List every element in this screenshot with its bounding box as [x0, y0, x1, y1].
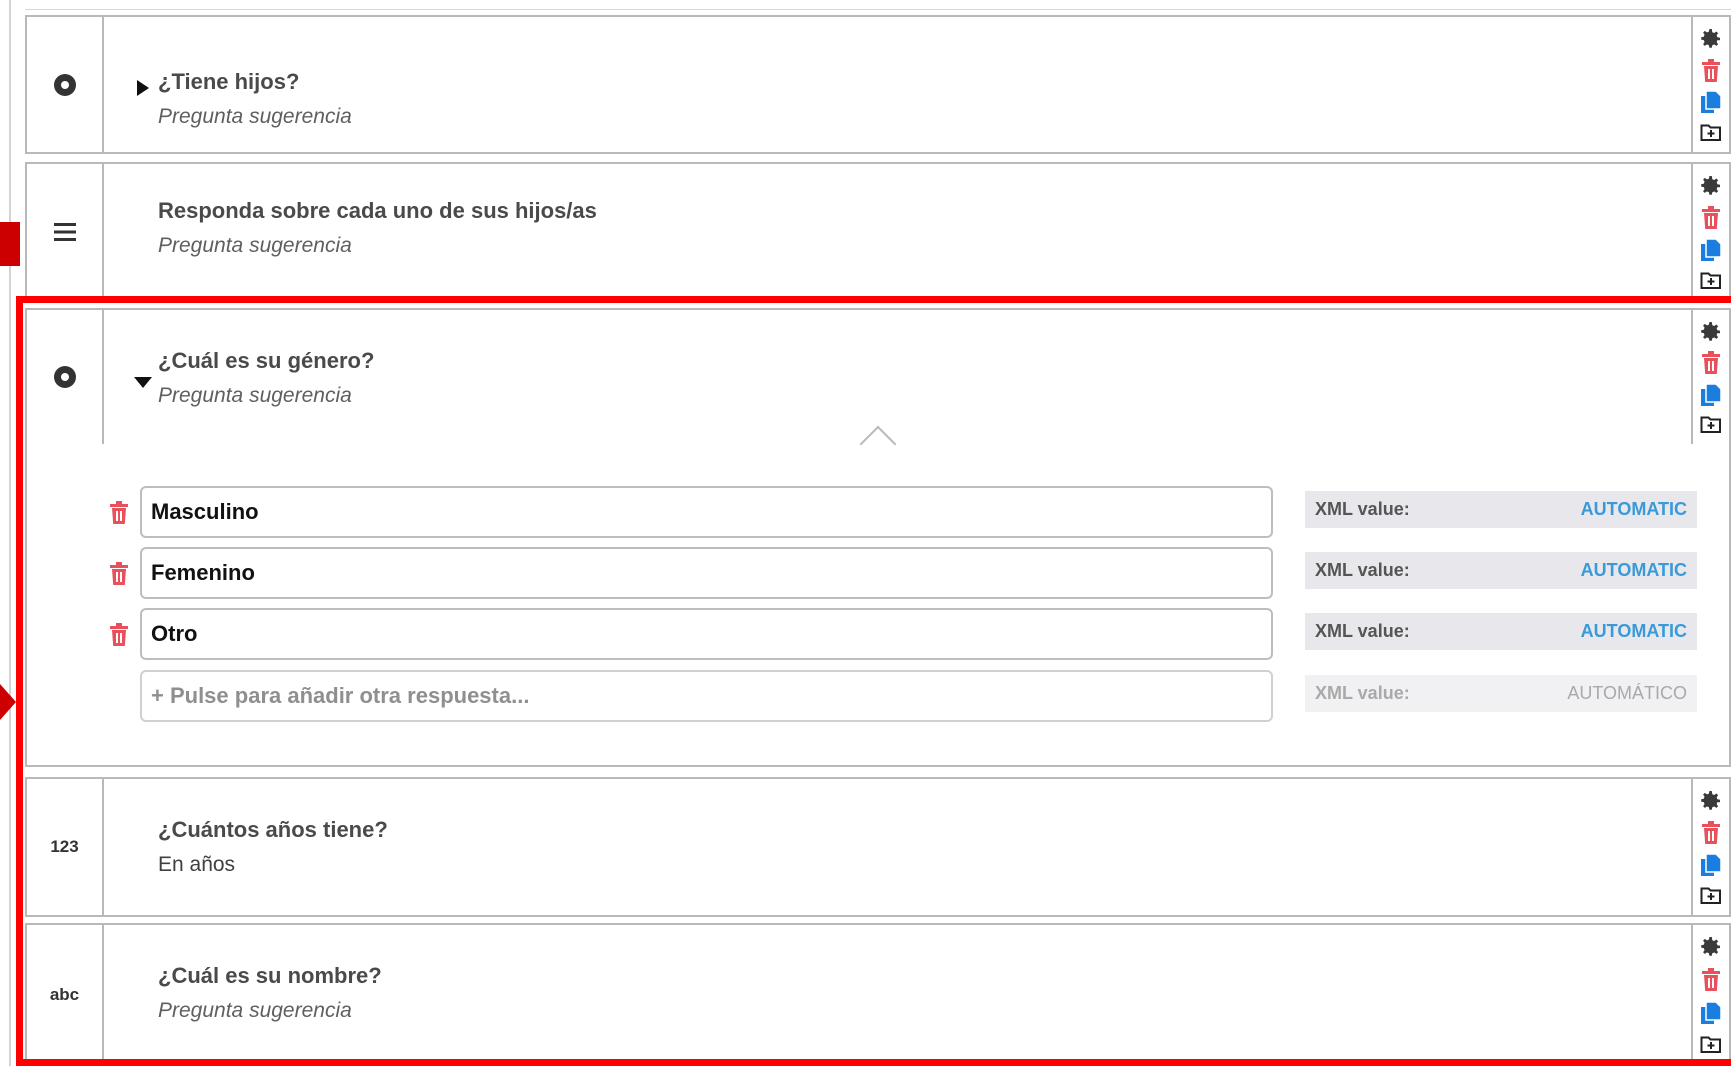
- gear-icon[interactable]: [1699, 935, 1723, 959]
- add-option-input[interactable]: [140, 670, 1273, 722]
- question-hint[interactable]: Pregunta sugerencia: [158, 999, 352, 1023]
- add-to-folder-icon[interactable]: [1700, 270, 1722, 290]
- copy-icon[interactable]: [1700, 853, 1722, 877]
- type-column: [27, 310, 104, 444]
- xml-value-box[interactable]: XML value: AUTOMATIC: [1305, 491, 1697, 528]
- question-hint[interactable]: Pregunta sugerencia: [158, 234, 352, 258]
- trash-icon[interactable]: [1701, 58, 1721, 83]
- choice-options-panel: XML value: AUTOMATIC XML value: AUTOMATI…: [25, 444, 1731, 767]
- add-to-folder-icon[interactable]: [1700, 414, 1722, 434]
- copy-icon[interactable]: [1700, 383, 1722, 407]
- question-label[interactable]: ¿Cuántos años tiene?: [158, 817, 388, 843]
- xml-value-box: XML value: AUTOMÁTICO: [1305, 675, 1697, 712]
- question-label[interactable]: ¿Cuál es su género?: [158, 348, 374, 374]
- xml-value-label: XML value:: [1315, 683, 1410, 703]
- question-row-tiene-hijos[interactable]: ¿Tiene hijos? Pregunta sugerencia: [25, 15, 1731, 154]
- type-column: 123: [27, 779, 104, 915]
- question-row-nombre[interactable]: abc ¿Cuál es su nombre? Pregunta sugeren…: [25, 923, 1731, 1066]
- row-actions: [1691, 925, 1729, 1064]
- type-column: [27, 17, 104, 152]
- question-row-hijos-group[interactable]: Responda sobre cada uno de sus hijos/as …: [25, 162, 1731, 302]
- copy-icon[interactable]: [1700, 90, 1722, 114]
- annotation-marker: [0, 222, 20, 266]
- trash-icon[interactable]: [1701, 968, 1721, 992]
- question-row-edad[interactable]: 123 ¿Cuántos años tiene? En años: [25, 777, 1731, 917]
- text-type-icon: abc: [49, 984, 80, 1004]
- gear-icon[interactable]: [1699, 320, 1723, 344]
- trash-icon[interactable]: [1701, 206, 1721, 230]
- gear-icon[interactable]: [1699, 789, 1723, 813]
- xml-value[interactable]: AUTOMATIC: [1581, 621, 1687, 642]
- trash-icon[interactable]: [109, 623, 129, 647]
- add-to-folder-icon[interactable]: [1700, 1034, 1722, 1054]
- row-actions: [1691, 17, 1729, 152]
- option-input[interactable]: [140, 486, 1273, 538]
- integer-type-icon: 123: [50, 837, 79, 856]
- question-label[interactable]: Responda sobre cada uno de sus hijos/as: [158, 198, 597, 224]
- xml-value-label: XML value:: [1315, 560, 1410, 580]
- option-input[interactable]: [140, 608, 1273, 660]
- gear-icon[interactable]: [1699, 27, 1723, 51]
- trash-icon[interactable]: [109, 562, 129, 586]
- question-hint[interactable]: En años: [158, 853, 235, 877]
- row-actions: [1691, 164, 1729, 300]
- copy-icon[interactable]: [1700, 238, 1722, 262]
- xml-value: AUTOMÁTICO: [1567, 683, 1687, 703]
- trash-icon[interactable]: [1701, 351, 1721, 375]
- xml-value-label: XML value:: [1315, 621, 1410, 641]
- row-actions: [1691, 779, 1729, 915]
- xml-value-box[interactable]: XML value: AUTOMATIC: [1305, 613, 1697, 650]
- question-label[interactable]: ¿Cuál es su nombre?: [158, 963, 382, 989]
- left-border: [9, 0, 11, 1066]
- add-option-row: XML value: AUTOMÁTICO: [27, 670, 1731, 724]
- trash-icon[interactable]: [109, 501, 129, 525]
- top-border: [25, 0, 1731, 10]
- row-actions: [1691, 310, 1729, 444]
- question-hint[interactable]: Pregunta sugerencia: [158, 384, 352, 408]
- option-row: XML value: AUTOMATIC: [27, 486, 1731, 540]
- annotation-arrow: [0, 684, 16, 720]
- group-icon: [53, 223, 76, 241]
- caret-right-icon[interactable]: [135, 79, 151, 97]
- add-to-folder-icon[interactable]: [1700, 885, 1722, 905]
- copy-icon[interactable]: [1700, 1001, 1722, 1025]
- trash-icon[interactable]: [1701, 821, 1721, 845]
- type-column: abc: [27, 925, 104, 1064]
- option-row: XML value: AUTOMATIC: [27, 608, 1731, 662]
- gear-icon[interactable]: [1699, 174, 1723, 198]
- option-input[interactable]: [140, 547, 1273, 599]
- xml-value-box[interactable]: XML value: AUTOMATIC: [1305, 552, 1697, 589]
- radio-icon: [53, 366, 76, 388]
- xml-value[interactable]: AUTOMATIC: [1581, 499, 1687, 520]
- type-column: [27, 164, 104, 300]
- xml-value-label: XML value:: [1315, 499, 1410, 519]
- radio-icon: [53, 73, 76, 96]
- add-to-folder-icon[interactable]: [1700, 122, 1722, 142]
- option-row: XML value: AUTOMATIC: [27, 547, 1731, 601]
- caret-down-icon[interactable]: [133, 375, 153, 389]
- question-label[interactable]: ¿Tiene hijos?: [158, 69, 299, 95]
- question-hint[interactable]: Pregunta sugerencia: [158, 105, 352, 129]
- xml-value[interactable]: AUTOMATIC: [1581, 560, 1687, 581]
